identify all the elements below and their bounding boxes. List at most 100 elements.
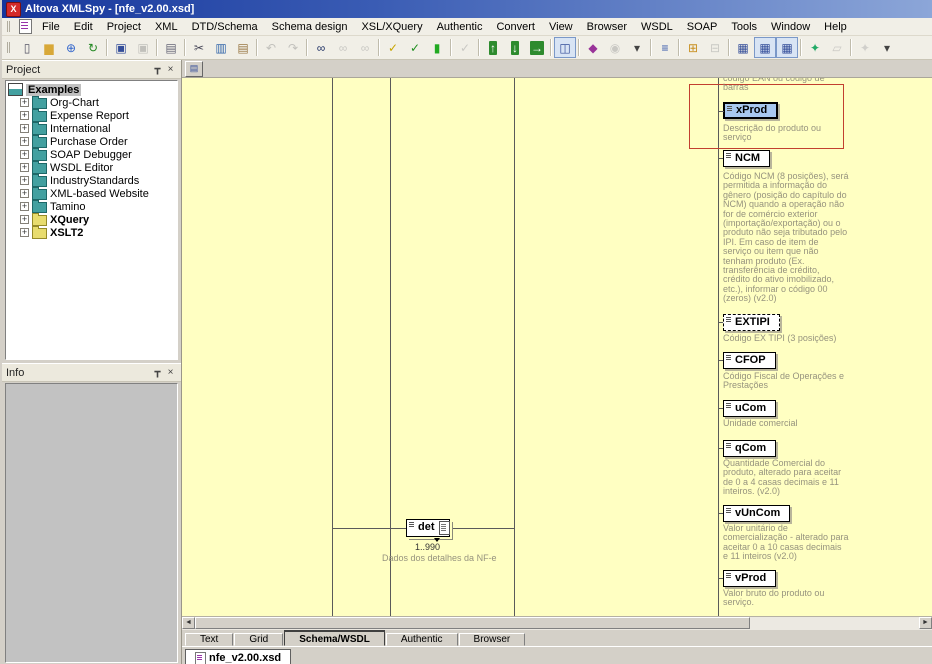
toolbar-save-all-button[interactable]: ▣ [132, 37, 154, 58]
expand-icon[interactable]: + [20, 176, 29, 185]
toolbar-find-next-button[interactable]: ∞ [332, 37, 354, 58]
view-tab-authentic[interactable]: Authentic [386, 633, 458, 646]
menu-item-project[interactable]: Project [100, 20, 148, 34]
toolbar-save-button[interactable]: ▣ [110, 37, 132, 58]
menu-item-schema-design[interactable]: Schema design [265, 20, 355, 34]
horizontal-scrollbar[interactable]: ◄ ► [182, 616, 932, 630]
menu-item-window[interactable]: Window [764, 20, 817, 34]
toolbar-grip[interactable] [7, 42, 13, 53]
toolbar-spell-check-button[interactable]: ✓ [454, 37, 476, 58]
toolbar-insert-element-button[interactable]: ↑ [482, 37, 504, 58]
tree-item-xslt2[interactable]: +XSLT2 [8, 226, 177, 239]
toolbar-pretty-print-button[interactable]: ≡ [654, 37, 676, 58]
tree-item-xquery[interactable]: +XQuery [8, 213, 177, 226]
toolbar-paste-button[interactable]: ▤ [232, 37, 254, 58]
tree-item-examples[interactable]: Examples [8, 83, 177, 96]
tree-item-xml-based-website[interactable]: +XML-based Website [8, 187, 177, 200]
file-tab-nfe-v2-00-xsd[interactable]: nfe_v2.00.xsd [185, 649, 291, 664]
tree-item-wsdl-editor[interactable]: +WSDL Editor [8, 161, 177, 174]
schema-element-qcom[interactable]: qCom [723, 440, 776, 457]
expand-icon[interactable]: + [20, 98, 29, 107]
toolbar-copy-button[interactable]: ▥ [210, 37, 232, 58]
toolbar-toolbar-overflow-2-button[interactable]: ▾ [876, 37, 898, 58]
menu-item-soap[interactable]: SOAP [680, 20, 725, 34]
menu-item-view[interactable]: View [542, 20, 580, 34]
tree-item-industrystandards[interactable]: +IndustryStandards [8, 174, 177, 187]
tree-item-tamino[interactable]: +Tamino [8, 200, 177, 213]
menu-item-file[interactable]: File [35, 20, 67, 34]
toolbar-validate-button[interactable]: ✓ [404, 37, 426, 58]
expand-icon[interactable]: + [20, 215, 29, 224]
toolbar-schema-display-config-button[interactable]: ▦ [754, 37, 776, 58]
toolbar-database-query-button[interactable]: ◆ [582, 37, 604, 58]
scrollbar-thumb[interactable] [195, 617, 750, 629]
scroll-left-button[interactable]: ◄ [182, 617, 195, 629]
schema-element-vuncom[interactable]: vUnCom [723, 505, 790, 522]
pin-icon[interactable]: ┳ [151, 63, 164, 76]
toolbar-open-file-button[interactable]: ▆ [38, 37, 60, 58]
schema-element-cfop[interactable]: CFOP [723, 352, 776, 369]
toolbar-global-resources-button[interactable]: ✦ [854, 37, 876, 58]
toolbar-find-button[interactable]: ∞ [310, 37, 332, 58]
expand-icon[interactable]: + [20, 150, 29, 159]
schema-element-xprod[interactable]: xProd [723, 102, 778, 119]
menu-item-xml[interactable]: XML [148, 20, 185, 34]
menu-item-help[interactable]: Help [817, 20, 854, 34]
toolbar-schema-settings-view-button[interactable]: ▦ [732, 37, 754, 58]
toolbar-database-connect-button[interactable]: ▱ [826, 37, 848, 58]
schema-design-canvas[interactable]: código EAN ou código de barras det 1..99… [182, 78, 932, 616]
scroll-right-button[interactable]: ► [919, 617, 932, 629]
schema-element-vprod[interactable]: vProd [723, 570, 776, 587]
schema-element-ncm[interactable]: NCM [723, 150, 770, 167]
tree-item-soap-debugger[interactable]: +SOAP Debugger [8, 148, 177, 161]
view-tab-grid[interactable]: Grid [234, 633, 283, 646]
menu-item-edit[interactable]: Edit [67, 20, 100, 34]
display-all-globals-button[interactable]: ▤ [185, 61, 203, 77]
toolbar-assign-dtd-schema-button[interactable]: ▮ [426, 37, 448, 58]
scrollbar-track[interactable] [750, 617, 919, 630]
toolbar-append-element-button[interactable]: ↓ [504, 37, 526, 58]
view-tab-browser[interactable]: Browser [459, 633, 526, 646]
menu-item-convert[interactable]: Convert [489, 20, 542, 34]
menu-item-browser[interactable]: Browser [580, 20, 634, 34]
tree-item-org-chart[interactable]: +Org-Chart [8, 96, 177, 109]
menu-item-authentic[interactable]: Authentic [430, 20, 490, 34]
toolbar-schema-doc-generate-button[interactable]: ▦ [776, 37, 798, 58]
toolbar-reload-file-button[interactable]: ↻ [82, 37, 104, 58]
schema-element-ucom[interactable]: uCom [723, 400, 776, 417]
expand-icon[interactable]: + [20, 189, 29, 198]
view-tab-schema-wsdl[interactable]: Schema/WSDL [284, 630, 385, 646]
toolbar-export-database-button[interactable]: ⊟ [704, 37, 726, 58]
menubar-grip[interactable] [7, 21, 13, 32]
close-icon[interactable]: × [164, 63, 177, 76]
expand-icon[interactable]: + [20, 202, 29, 211]
toolbar-print-button[interactable]: ▤ [160, 37, 182, 58]
tree-item-purchase-order[interactable]: +Purchase Order [8, 135, 177, 148]
expand-icon[interactable]: + [20, 228, 29, 237]
schema-element-extipi[interactable]: EXTIPI [723, 314, 780, 331]
tree-item-expense-report[interactable]: +Expense Report [8, 109, 177, 122]
toolbar-undo-button[interactable]: ↶ [260, 37, 282, 58]
toolbar-browser-preview-button[interactable]: ◉ [604, 37, 626, 58]
view-tab-text[interactable]: Text [185, 633, 233, 646]
toolbar-cut-button[interactable]: ✂ [188, 37, 210, 58]
expand-icon[interactable]: + [20, 137, 29, 146]
toolbar-add-child-element-button[interactable]: → [526, 37, 548, 58]
expand-icon[interactable]: + [20, 111, 29, 120]
toolbar-import-database-button[interactable]: ⊞ [682, 37, 704, 58]
menu-item-xsl-xquery[interactable]: XSL/XQuery [354, 20, 429, 34]
toolbar-open-url-button[interactable]: ⊕ [60, 37, 82, 58]
menu-item-tools[interactable]: Tools [724, 20, 764, 34]
active-document-icon[interactable] [19, 19, 32, 34]
toolbar-replace-button[interactable]: ∞ [354, 37, 376, 58]
menu-item-dtd-schema[interactable]: DTD/Schema [185, 20, 265, 34]
tree-item-international[interactable]: +International [8, 122, 177, 135]
toolbar-new-file-button[interactable]: ▯ [16, 37, 38, 58]
close-icon[interactable]: × [164, 366, 177, 379]
toolbar-split-panes-button[interactable]: ◫ [554, 37, 576, 58]
toolbar-check-wellformed-button[interactable]: ✓ [382, 37, 404, 58]
toolbar-toolbar-overflow-1-button[interactable]: ▾ [626, 37, 648, 58]
toolbar-authentic-edit-button[interactable]: ✦ [804, 37, 826, 58]
toolbar-redo-button[interactable]: ↷ [282, 37, 304, 58]
expand-icon[interactable]: + [20, 163, 29, 172]
